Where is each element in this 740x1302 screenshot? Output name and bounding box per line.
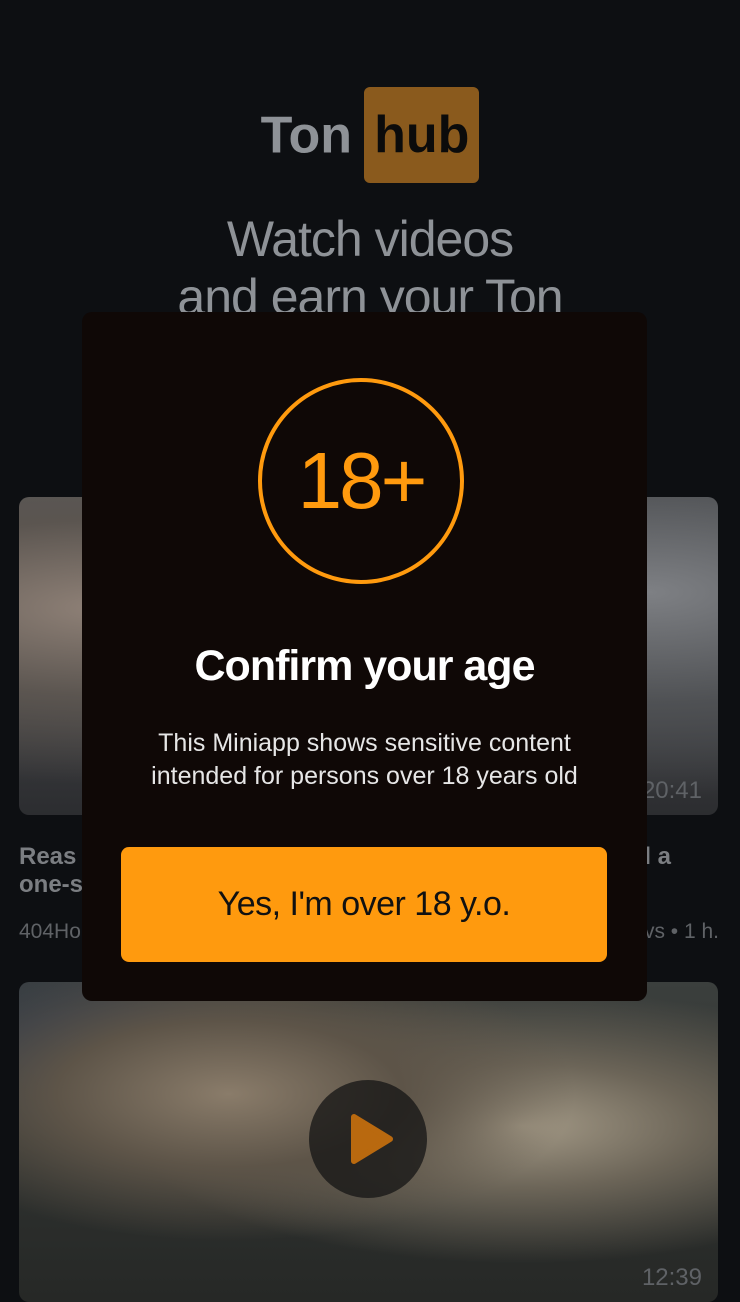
video-duration-1: 20:41 bbox=[641, 777, 702, 804]
logo-hub-badge: hub bbox=[364, 87, 480, 184]
age-18-plus-icon: 18+ bbox=[258, 378, 464, 584]
play-button[interactable] bbox=[309, 1080, 427, 1198]
modal-title: Confirm your age bbox=[194, 642, 536, 690]
confirm-age-button[interactable]: Yes, I'm over 18 y.o. bbox=[121, 847, 607, 962]
play-icon bbox=[351, 1114, 393, 1164]
video-thumbnail-2[interactable]: 12:39 bbox=[19, 982, 718, 1302]
page-headline: Watch videos and earn your Ton bbox=[0, 210, 740, 326]
modal-description: This Miniapp shows sensitive content int… bbox=[151, 729, 578, 790]
logo-ton-text: Ton bbox=[260, 106, 353, 165]
video-channel-1: 404Ho bbox=[19, 920, 81, 943]
age-confirmation-modal: 18+ Confirm your age This Miniapp shows … bbox=[82, 312, 647, 1001]
video-stats-1: vs • 1 h. bbox=[643, 920, 719, 943]
headline-line-1: Watch videos bbox=[226, 211, 514, 267]
video-duration-2: 12:39 bbox=[641, 1264, 702, 1291]
video-title-1-right: l a bbox=[644, 843, 671, 870]
age-badge-text: 18+ bbox=[297, 436, 428, 525]
tonhub-logo: Ton hub bbox=[0, 84, 740, 184]
